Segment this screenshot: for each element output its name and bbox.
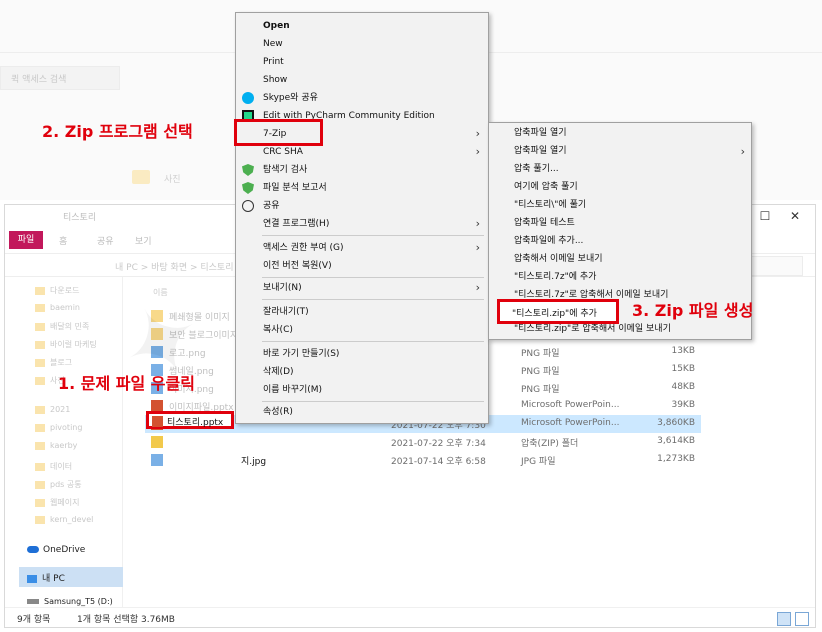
list-item[interactable]: 2021-07-22 오후 7:34 압축(ZIP) 폴더 3,614KB <box>145 433 701 451</box>
tab-file[interactable]: 파일 <box>9 231 43 249</box>
zip-folder-icon <box>151 436 163 448</box>
shield-icon <box>242 182 254 194</box>
menu-item-rename[interactable]: 이름 바꾸기(M) <box>236 381 488 399</box>
navigation-pane: 다운로드 baemin 배달의 민족 바이럴 마케팅 블로그 사진 2021 p… <box>5 277 123 607</box>
nav-item[interactable]: kaerby <box>35 441 77 457</box>
nav-item[interactable]: 바이럴 마케팅 <box>35 339 97 355</box>
tab-share[interactable]: 공유 <box>97 234 114 247</box>
menu-separator <box>262 235 484 236</box>
submenu-item-open-archive-more[interactable]: 압축파일 열기 › <box>489 143 751 160</box>
menu-separator <box>262 401 484 402</box>
folder-icon <box>151 310 163 322</box>
menu-separator <box>262 299 484 300</box>
image-file-icon <box>151 454 163 466</box>
7zip-highlight-box <box>234 119 323 146</box>
menu-item-send-to[interactable]: 보내기(N) › <box>236 279 488 297</box>
chevron-right-icon: › <box>475 241 480 254</box>
nav-item[interactable]: 웹페이지 <box>35 497 79 513</box>
tab-view[interactable]: 보기 <box>135 234 152 247</box>
annotation-step-1: 1. 문제 파일 우클릭 <box>58 374 195 393</box>
computer-icon <box>27 574 37 583</box>
details-view-icon[interactable] <box>777 612 791 626</box>
image-file-icon <box>151 346 163 358</box>
submenu-item-compress-email[interactable]: 압축해서 이메일 보내기 <box>489 251 751 268</box>
tab-home[interactable]: 홈 <box>59 234 67 247</box>
menu-item-share[interactable]: 공유 <box>236 197 488 215</box>
menu-item-restore-versions[interactable]: 이전 버전 복원(V) <box>236 257 488 275</box>
menu-item-properties[interactable]: 속성(R) <box>236 403 488 421</box>
column-header-name[interactable]: 이름 <box>153 287 168 298</box>
nav-this-pc[interactable]: 내 PC <box>19 567 123 587</box>
background-search-input[interactable]: 퀵 액세스 검색 <box>0 66 120 90</box>
menu-item-delete[interactable]: 삭제(D) <box>236 363 488 381</box>
status-item-count: 9개 항목 <box>17 615 51 625</box>
nav-item[interactable]: 데이터 <box>35 461 72 477</box>
chevron-right-icon: › <box>475 281 480 294</box>
nav-item[interactable]: pivoting <box>35 423 82 439</box>
context-menu: Open New Print Show Skype와 공유 Edit with … <box>235 12 489 424</box>
annotation-step-3: 3. Zip 파일 생성 <box>632 301 754 320</box>
status-selection: 1개 항목 선택함 3.76MB <box>77 615 175 625</box>
nav-item[interactable]: pds 공통 <box>35 479 82 495</box>
large-icons-view-icon[interactable] <box>795 612 809 626</box>
drive-icon <box>27 599 39 604</box>
target-file-name: 티스토리.pptx <box>167 418 224 428</box>
chevron-right-icon: › <box>740 145 745 158</box>
nav-item[interactable]: kern_devel <box>35 515 93 531</box>
status-bar: 9개 항목 1개 항목 선택함 3.76MB <box>5 607 815 627</box>
close-icon[interactable]: ✕ <box>781 207 809 225</box>
menu-item-open-with[interactable]: 연결 프로그램(H) › <box>236 215 488 233</box>
shield-icon <box>242 164 254 176</box>
list-item[interactable]: 지.jpg 2021-07-14 오후 6:58 JPG 파일 1,273KB <box>145 451 701 469</box>
menu-item-show[interactable]: Show <box>236 71 488 89</box>
submenu-item-test-archive[interactable]: 압축파일 테스트 <box>489 215 751 232</box>
nav-drive[interactable]: Samsung_T5 (D:) <box>27 597 113 606</box>
powerpoint-file-icon <box>152 416 163 427</box>
menu-item-file-report[interactable]: 파일 분석 보고서 <box>236 179 488 197</box>
menu-item-scan[interactable]: 탐색기 검사 <box>236 161 488 179</box>
nav-item[interactable]: 다운로드 <box>35 285 79 301</box>
cloud-icon <box>27 546 39 553</box>
menu-item-give-access[interactable]: 액세스 권한 부여 (G) › <box>236 239 488 257</box>
folder-icon <box>151 328 163 340</box>
submenu-item-extract[interactable]: 압축 풀기... <box>489 161 751 178</box>
menu-item-skype-share[interactable]: Skype와 공유 <box>236 89 488 107</box>
menu-item-create-shortcut[interactable]: 바로 가기 만들기(S) <box>236 345 488 363</box>
chevron-right-icon: › <box>475 145 480 158</box>
breadcrumb: 내 PC > 바탕 화면 > 티스토리 <box>115 263 234 273</box>
chevron-right-icon: › <box>475 217 480 230</box>
maximize-icon[interactable]: ☐ <box>751 207 779 225</box>
menu-separator <box>262 341 484 342</box>
annotation-step-2: 2. Zip 프로그램 선택 <box>42 122 193 141</box>
menu-item-print[interactable]: Print <box>236 53 488 71</box>
nav-item[interactable]: 배달의 민족 <box>35 321 89 337</box>
window-title: 티스토리 <box>63 213 97 223</box>
menu-item-open[interactable]: Open <box>236 17 488 35</box>
background-folder-icon <box>132 170 150 184</box>
menu-item-cut[interactable]: 잘라내기(T) <box>236 303 488 321</box>
menu-item-copy[interactable]: 복사(C) <box>236 321 488 339</box>
nav-item[interactable]: 2021 <box>35 405 70 421</box>
menu-item-new[interactable]: New <box>236 35 488 53</box>
submenu-item-open-archive[interactable]: 압축파일 열기 <box>489 125 751 142</box>
submenu-item-add-to-archive[interactable]: 압축파일에 추가... <box>489 233 751 250</box>
add-zip-highlight[interactable]: "티스토리.zip"에 추가 <box>497 299 619 324</box>
skype-icon <box>242 92 254 104</box>
submenu-item-extract-here[interactable]: 여기에 압축 풀기 <box>489 179 751 196</box>
share-icon <box>242 200 254 212</box>
submenu-item-add-7z[interactable]: "티스토리.7z"에 추가 <box>489 269 751 286</box>
background-folder-label: 사진 <box>164 175 181 185</box>
nav-onedrive[interactable]: OneDrive <box>27 545 85 555</box>
nav-item[interactable]: baemin <box>35 303 80 319</box>
target-file-highlight[interactable]: 티스토리.pptx <box>146 411 234 429</box>
chevron-right-icon: › <box>475 127 480 140</box>
menu-separator <box>262 277 484 278</box>
submenu-item-extract-to-folder[interactable]: "티스토리\"에 풀기 <box>489 197 751 214</box>
